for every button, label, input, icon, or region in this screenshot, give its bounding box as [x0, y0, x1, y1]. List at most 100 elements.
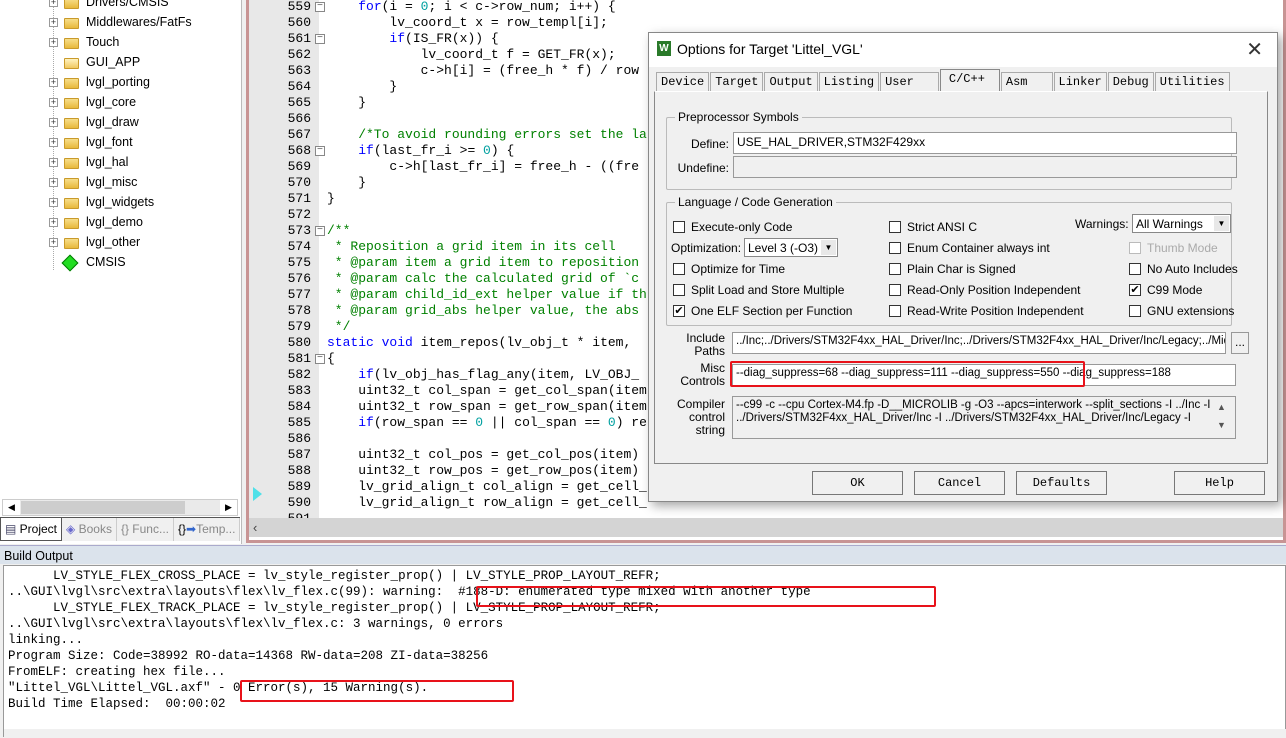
expand-icon[interactable]: + [49, 98, 58, 107]
expand-icon[interactable]: + [49, 118, 58, 127]
dialog-tab[interactable]: Asm [1000, 72, 1053, 91]
checkbox-box[interactable] [1129, 263, 1141, 275]
define-input[interactable]: USE_HAL_DRIVER,STM32F429xx [733, 132, 1237, 154]
checkbox[interactable]: Execute-only Code [673, 220, 792, 234]
tree-item-label: lvgl_draw [86, 115, 139, 129]
dialog-tab[interactable]: Output [764, 72, 818, 91]
editor-horizontal-scrollbar[interactable]: ‹ [249, 518, 1283, 537]
checkmark-icon[interactable]: ✔ [673, 305, 685, 317]
expand-icon[interactable]: + [49, 218, 58, 227]
dialog-tab[interactable]: Listing [818, 72, 880, 91]
tab-templates[interactable]: {}➡Temp... [174, 518, 241, 541]
dialog-tab[interactable]: Debug [1107, 72, 1154, 91]
checkbox-box[interactable] [889, 221, 901, 233]
undefine-input[interactable] [733, 156, 1237, 178]
checkbox[interactable]: No Auto Includes [1129, 262, 1238, 276]
defaults-button[interactable]: Defaults [1016, 471, 1107, 495]
tree-item[interactable]: GUI_APP [0, 53, 240, 73]
close-icon[interactable]: ✕ [1246, 37, 1263, 62]
checkbox[interactable]: ✔ One ELF Section per Function [673, 304, 852, 318]
help-button[interactable]: Help [1174, 471, 1265, 495]
tree-item[interactable]: + lvgl_widgets [0, 193, 240, 213]
checkbox[interactable]: Read-Write Position Independent [889, 304, 1084, 318]
checkbox-label: Read-Only Position Independent [907, 283, 1081, 297]
checkbox[interactable]: GNU extensions [1129, 304, 1234, 318]
expand-icon[interactable]: + [49, 198, 58, 207]
checkbox-box[interactable] [889, 263, 901, 275]
checkbox-box[interactable] [1129, 242, 1141, 254]
expand-icon[interactable]: + [49, 158, 58, 167]
expand-icon[interactable]: + [49, 78, 58, 87]
folder-icon [64, 138, 79, 149]
dialog-tab[interactable]: User [880, 72, 939, 91]
tree-item[interactable]: + lvgl_other [0, 233, 240, 253]
tree-item[interactable]: + lvgl_hal [0, 153, 240, 173]
include-paths-browse-button[interactable]: ... [1231, 332, 1249, 354]
scroll-right-arrow-icon[interactable]: ▶ [220, 500, 237, 515]
checkbox[interactable]: Strict ANSI C [889, 220, 977, 234]
scrollbar-thumb[interactable] [21, 501, 185, 514]
dialog-tab[interactable]: Target [710, 72, 764, 91]
checkbox[interactable]: Enum Container always int [889, 241, 1050, 255]
tree-item-label: Drivers/CMSIS [86, 0, 169, 9]
fold-toggle-icon[interactable]: − [315, 34, 325, 44]
code-text: uint32_t col_span = get_col_span(item [327, 383, 647, 398]
include-paths-input[interactable]: ../Inc;../Drivers/STM32F4xx_HAL_Driver/I… [732, 332, 1226, 354]
checkbox-box[interactable] [673, 221, 685, 233]
tab-functions[interactable]: {} Func... [117, 518, 174, 541]
checkbox[interactable]: Split Load and Store Multiple [673, 283, 844, 297]
dialog-tab[interactable]: C/C++ [939, 69, 1000, 91]
ok-button[interactable]: OK [812, 471, 903, 495]
checkbox-box[interactable] [889, 284, 901, 296]
expand-icon[interactable]: + [49, 178, 58, 187]
expand-icon[interactable]: + [49, 238, 58, 247]
tree-item[interactable]: CMSIS [0, 253, 240, 273]
dialog-tab[interactable]: Utilities [1154, 72, 1230, 91]
tree-item-label: GUI_APP [86, 55, 141, 69]
compiler-string-scroll-icon[interactable]: ▲ ▼ [1217, 398, 1226, 434]
checkbox[interactable]: Plain Char is Signed [889, 262, 1016, 276]
tree-item[interactable]: + lvgl_misc [0, 173, 240, 193]
expand-icon[interactable]: + [49, 138, 58, 147]
tree-item[interactable]: + lvgl_demo [0, 213, 240, 233]
line-number: 571 [287, 191, 311, 206]
expand-icon[interactable]: + [49, 18, 58, 27]
tab-project[interactable]: ▤ Project [0, 518, 63, 541]
optimization-select[interactable]: Level 3 (-O3) ▼ [744, 238, 838, 257]
checkbox-box[interactable] [673, 284, 685, 296]
build-output-panel[interactable]: LV_STYLE_FLEX_CROSS_PLACE = lv_style_reg… [3, 565, 1286, 738]
checkbox[interactable]: Optimize for Time [673, 262, 785, 276]
tree-item[interactable]: + lvgl_draw [0, 113, 240, 133]
tree-item[interactable]: + lvgl_porting [0, 73, 240, 93]
project-horizontal-scrollbar[interactable]: ◀ ▶ [2, 499, 238, 516]
fold-toggle-icon[interactable]: − [315, 226, 325, 236]
cancel-button[interactable]: Cancel [914, 471, 1005, 495]
checkbox-box[interactable] [673, 263, 685, 275]
checkbox[interactable]: ✔ C99 Mode [1129, 283, 1202, 297]
tab-books[interactable]: ◈ Books [62, 518, 117, 541]
tree-item[interactable]: + Drivers/CMSIS [0, 0, 240, 13]
checkmark-icon[interactable]: ✔ [1129, 284, 1141, 296]
expand-icon[interactable]: + [49, 0, 58, 7]
dialog-tab[interactable]: Device [656, 72, 710, 91]
fold-toggle-icon[interactable]: − [315, 354, 325, 364]
dialog-tab[interactable]: Linker [1053, 72, 1107, 91]
code-text: c->h[last_fr_i] = free_h - ((fre [327, 159, 640, 174]
keyword-token: if [358, 415, 374, 430]
fold-toggle-icon[interactable]: − [315, 146, 325, 156]
tree-item[interactable]: + lvgl_core [0, 93, 240, 113]
checkbox-box[interactable] [889, 242, 901, 254]
checkbox-box[interactable] [889, 305, 901, 317]
scroll-left-icon[interactable]: ‹ [253, 520, 267, 535]
scroll-left-arrow-icon[interactable]: ◀ [3, 500, 20, 515]
fold-toggle-icon[interactable]: − [315, 2, 325, 12]
number-token: 0 [607, 415, 616, 430]
tree-item[interactable]: + Touch [0, 33, 240, 53]
checkbox[interactable]: Read-Only Position Independent [889, 283, 1080, 297]
checkbox-box[interactable] [1129, 305, 1141, 317]
expand-icon[interactable]: + [49, 38, 58, 47]
tree-item[interactable]: + Middlewares/FatFs [0, 13, 240, 33]
checkbox[interactable]: Thumb Mode [1129, 241, 1218, 255]
warnings-select[interactable]: All Warnings ▼ [1132, 214, 1231, 233]
tree-item[interactable]: + lvgl_font [0, 133, 240, 153]
